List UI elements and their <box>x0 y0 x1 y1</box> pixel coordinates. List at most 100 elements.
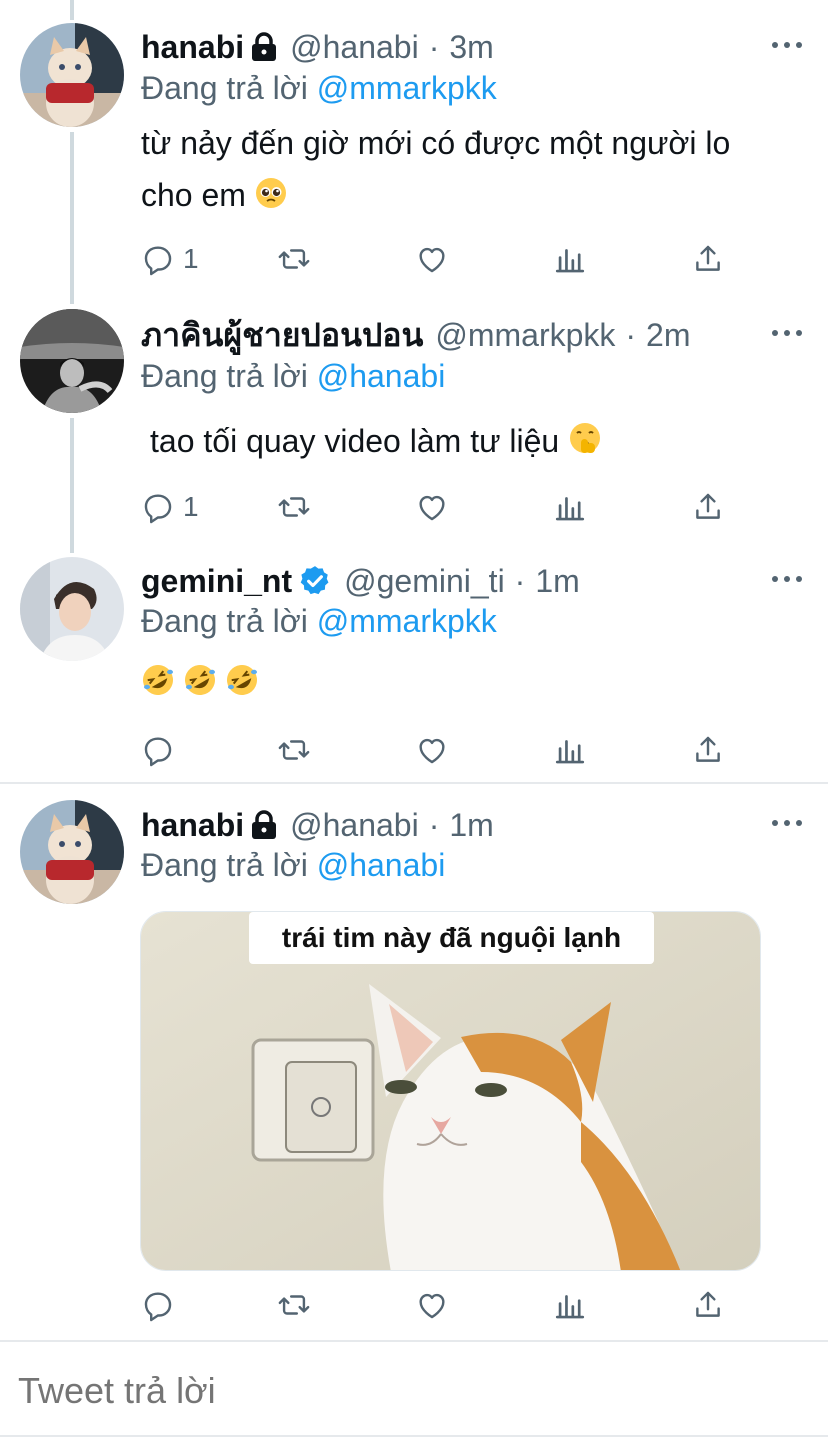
analytics-button[interactable] <box>553 732 587 768</box>
lock-icon <box>250 32 278 62</box>
handle[interactable]: @gemini_ti <box>344 563 505 600</box>
timestamp[interactable]: 1m <box>535 563 579 600</box>
tweet-text <box>141 660 811 712</box>
timestamp[interactable]: 3m <box>449 29 493 66</box>
replying-to: Đang trả lời @hanabi <box>141 358 445 395</box>
mention-link[interactable]: @hanabi <box>317 847 446 883</box>
reply-icon <box>144 737 172 767</box>
share-button[interactable] <box>691 241 725 277</box>
verified-icon <box>298 564 332 598</box>
mention-link[interactable]: @mmarkpkk <box>317 603 497 639</box>
reply-icon <box>144 246 172 276</box>
avatar[interactable] <box>20 557 124 661</box>
retweet-icon <box>278 497 310 517</box>
retweet-button[interactable] <box>277 489 311 525</box>
retweet-icon <box>278 740 310 760</box>
share-button[interactable] <box>691 732 725 768</box>
avatar[interactable] <box>20 309 124 413</box>
avatar[interactable] <box>20 23 124 127</box>
tweet-text-fragment: cho em <box>141 177 246 213</box>
rofl-emoji <box>225 660 259 712</box>
reply-button[interactable] <box>141 1287 175 1323</box>
handle[interactable]: @hanabi <box>290 29 419 66</box>
reply-button[interactable] <box>141 732 175 768</box>
tweet-text: từ nảy đến giờ mới có được một người lo … <box>141 117 811 224</box>
thread-line <box>70 132 74 304</box>
tweet-media-image[interactable]: trái tim này đã nguội lạnh <box>140 911 761 1271</box>
retweet-button[interactable] <box>277 241 311 277</box>
share-icon <box>696 736 720 762</box>
separator-dot: · <box>428 28 440 65</box>
display-name[interactable]: hanabi <box>141 807 244 844</box>
tweet-text-fragment: tao tối quay video làm tư liệu <box>150 423 560 459</box>
pleading-face-emoji <box>255 172 287 224</box>
tweet-header: gemini_nt @gemini_ti · 1m <box>141 561 580 601</box>
replying-to: Đang trả lời @mmarkpkk <box>141 70 497 107</box>
analytics-icon <box>555 740 585 764</box>
rofl-emoji <box>141 660 175 712</box>
separator-dot: · <box>428 806 440 843</box>
reply-button[interactable]: 1 <box>141 489 199 525</box>
tweet-header: hanabi @hanabi · 1m <box>141 805 494 845</box>
mention-link[interactable]: @mmarkpkk <box>317 70 497 106</box>
avatar[interactable] <box>20 800 124 904</box>
more-options-icon[interactable] <box>772 818 802 828</box>
share-button[interactable] <box>691 1287 725 1323</box>
tweet-actions: 1 <box>141 241 741 277</box>
analytics-button[interactable] <box>553 489 587 525</box>
tweet-actions: 1 <box>141 489 741 525</box>
tweet-text-line <box>141 660 811 712</box>
reply-button[interactable]: 1 <box>141 241 199 277</box>
like-button[interactable] <box>415 489 449 525</box>
reply-count: 1 <box>183 243 199 274</box>
tweet-text-line: tao tối quay video làm tư liệu <box>150 415 820 470</box>
share-button[interactable] <box>691 489 725 525</box>
handle[interactable]: @hanabi <box>290 807 419 844</box>
heart-icon <box>419 738 445 764</box>
tweet-header: ภาคินผู้ชายปอนปอน @mmarkpkk · 2m <box>141 315 691 355</box>
analytics-icon <box>555 249 585 273</box>
display-name[interactable]: ภาคินผู้ชายปอนปอน <box>141 310 423 361</box>
thread-line <box>70 0 74 20</box>
display-name[interactable]: gemini_nt <box>141 563 292 600</box>
heart-icon <box>419 247 445 273</box>
rofl-emoji <box>183 660 217 712</box>
tweet-text: tao tối quay video làm tư liệu <box>150 415 820 470</box>
replying-label: Đang trả lời <box>141 847 308 883</box>
handle[interactable]: @mmarkpkk <box>435 317 615 354</box>
tweet-text-line: cho em <box>141 169 811 224</box>
reply-count: 1 <box>183 491 199 522</box>
timestamp[interactable]: 1m <box>449 807 493 844</box>
analytics-button[interactable] <box>553 241 587 277</box>
share-icon <box>696 245 720 271</box>
replying-label: Đang trả lời <box>141 358 308 394</box>
display-name[interactable]: hanabi <box>141 29 244 66</box>
more-options-icon[interactable] <box>772 40 802 50</box>
replying-to: Đang trả lời @hanabi <box>141 847 445 884</box>
like-button[interactable] <box>415 732 449 768</box>
replying-to: Đang trả lời @mmarkpkk <box>141 603 497 640</box>
separator-dot: · <box>514 562 526 599</box>
separator-dot: · <box>625 316 637 353</box>
more-options-icon[interactable] <box>772 328 802 338</box>
analytics-button[interactable] <box>553 1287 587 1323</box>
tweet-separator <box>0 782 828 784</box>
reply-icon <box>144 1292 172 1322</box>
reply-input[interactable] <box>18 1370 808 1412</box>
retweet-icon <box>278 249 310 269</box>
timestamp[interactable]: 2m <box>646 317 690 354</box>
tweet-header: hanabi @hanabi · 3m <box>141 27 494 67</box>
analytics-icon <box>555 497 585 521</box>
reply-underline <box>0 1435 828 1437</box>
mention-link[interactable]: @hanabi <box>317 358 446 394</box>
more-options-icon[interactable] <box>772 574 802 584</box>
like-button[interactable] <box>415 1287 449 1323</box>
like-button[interactable] <box>415 241 449 277</box>
cat-meme-image <box>141 912 760 1270</box>
replying-label: Đang trả lời <box>141 70 308 106</box>
tweet-actions <box>141 1287 741 1323</box>
heart-icon <box>419 1293 445 1319</box>
retweet-button[interactable] <box>277 732 311 768</box>
share-icon <box>696 493 720 519</box>
retweet-button[interactable] <box>277 1287 311 1323</box>
